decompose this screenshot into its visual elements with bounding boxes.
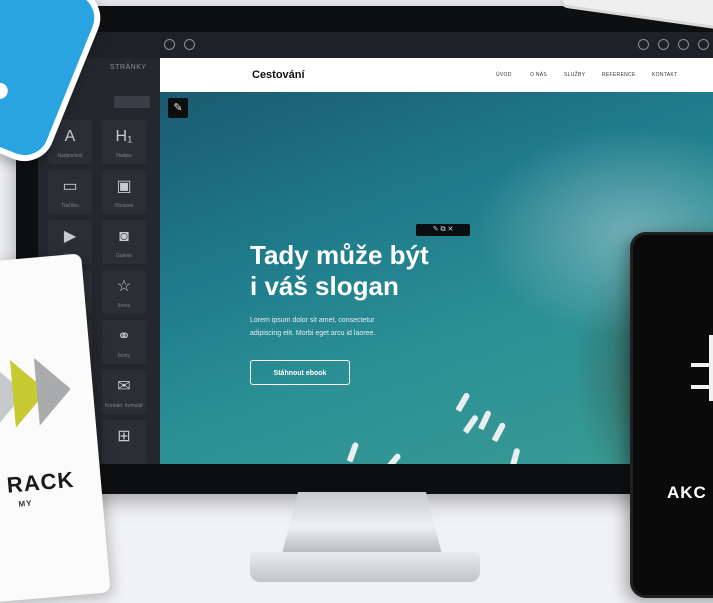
download-ebook-button[interactable]: Stáhnout ebook bbox=[250, 360, 350, 385]
paragraph-line-2: adipiscing elit. Morbi eget arcu id laor… bbox=[250, 330, 376, 337]
sidebar-button[interactable] bbox=[114, 96, 150, 108]
boat bbox=[491, 421, 507, 443]
tool-label: Nadpis/text bbox=[57, 153, 83, 159]
tool-grid[interactable]: ⊞ bbox=[102, 420, 146, 464]
video-icon: ▶ bbox=[63, 228, 77, 245]
tool-icons[interactable]: ⚭ Ikony bbox=[102, 320, 146, 364]
nav-item-kontakt[interactable]: KONTAKT bbox=[652, 72, 677, 78]
monitor-stand-neck bbox=[282, 492, 442, 554]
tool-label: Ikony bbox=[118, 353, 130, 359]
headline-line-2: i váš slogan bbox=[250, 271, 399, 301]
tool-label: Galerie bbox=[115, 253, 133, 259]
boat bbox=[478, 409, 492, 431]
mail-icon: ✉ bbox=[117, 378, 131, 395]
boat bbox=[384, 452, 402, 464]
ebook-subtitle: MY bbox=[18, 498, 33, 509]
element-toolbar[interactable]: ✎ ⧉ ✕ bbox=[416, 224, 470, 236]
tool-contact-form[interactable]: ✉ Kontakt. formulář bbox=[102, 370, 146, 414]
editor-topbar bbox=[38, 32, 713, 58]
button-icon: ▭ bbox=[62, 178, 78, 195]
tool-button[interactable]: ▭ Tlačítko bbox=[48, 170, 92, 214]
boat bbox=[346, 441, 360, 463]
chevron-icon bbox=[33, 354, 74, 426]
tool-label: Tlačítko bbox=[61, 203, 79, 209]
site-navbar: Cestování ÚVOD O NÁS SLUŽBY REFERENCE KO… bbox=[160, 58, 713, 92]
tool-gallery[interactable]: ◙ Galerie bbox=[102, 220, 146, 264]
tool-label: Kontakt. formulář bbox=[104, 403, 144, 409]
nav-item-o-nas[interactable]: O NÁS bbox=[530, 72, 547, 78]
ebook-title: RACK bbox=[5, 466, 76, 498]
nav-item-uvod[interactable]: ÚVOD bbox=[496, 72, 512, 78]
boat bbox=[455, 391, 471, 413]
nav-item-reference[interactable]: REFERENCE bbox=[602, 72, 636, 78]
heading-icon: H₁ bbox=[115, 128, 133, 145]
plus-icon-bar bbox=[691, 385, 713, 389]
hero-headline[interactable]: Tady může být i váš slogan bbox=[250, 240, 490, 302]
tool-heading[interactable]: H₁ Nadpis bbox=[102, 120, 146, 164]
headline-line-1: Tady může být bbox=[250, 240, 429, 270]
back-icon[interactable] bbox=[164, 39, 175, 50]
tool-icon[interactable]: ☆ Ikona bbox=[102, 270, 146, 314]
image-icon: ▣ bbox=[116, 178, 132, 195]
tag-hole bbox=[0, 80, 11, 102]
mobile-view-icon[interactable] bbox=[658, 39, 669, 50]
monitor-stand-base bbox=[250, 552, 480, 582]
help-icon[interactable] bbox=[678, 39, 689, 50]
smartphone: AKC bbox=[630, 232, 713, 598]
settings-icon[interactable] bbox=[184, 39, 195, 50]
tool-label: Obrázek bbox=[114, 203, 134, 209]
desktop-monitor: STRÁNKY A Nadpis/text H₁ Nadpis ▭ Tlačít… bbox=[16, 6, 713, 494]
camera-icon: ◙ bbox=[119, 228, 129, 245]
tool-label: Ikona bbox=[117, 303, 131, 309]
tool-image[interactable]: ▣ Obrázek bbox=[102, 170, 146, 214]
boat bbox=[509, 447, 521, 464]
boat bbox=[462, 414, 480, 434]
grid-icon: ⊞ bbox=[117, 428, 131, 445]
user-icon[interactable] bbox=[698, 39, 709, 50]
paragraph-line-1: Lorem ipsum dolor sit amet, consectetur bbox=[250, 317, 375, 324]
desktop-view-icon[interactable] bbox=[638, 39, 649, 50]
link-icon: ⚭ bbox=[117, 328, 131, 345]
sidebar-tab-pages[interactable]: STRÁNKY bbox=[110, 64, 147, 71]
phone-text: AKC bbox=[667, 483, 707, 502]
plus-icon-vertical bbox=[709, 335, 713, 401]
star-icon: ☆ bbox=[116, 278, 132, 295]
monitor-screen: STRÁNKY A Nadpis/text H₁ Nadpis ▭ Tlačít… bbox=[38, 32, 713, 464]
tool-label: Nadpis bbox=[116, 153, 132, 159]
site-brand[interactable]: Cestování bbox=[252, 69, 305, 81]
pencil-icon[interactable]: ✎ bbox=[168, 98, 188, 118]
monitor-chin bbox=[16, 464, 713, 494]
hero-paragraph[interactable]: Lorem ipsum dolor sit amet, consectetur … bbox=[250, 314, 440, 340]
nav-item-sluzby[interactable]: SLUŽBY bbox=[564, 72, 585, 78]
